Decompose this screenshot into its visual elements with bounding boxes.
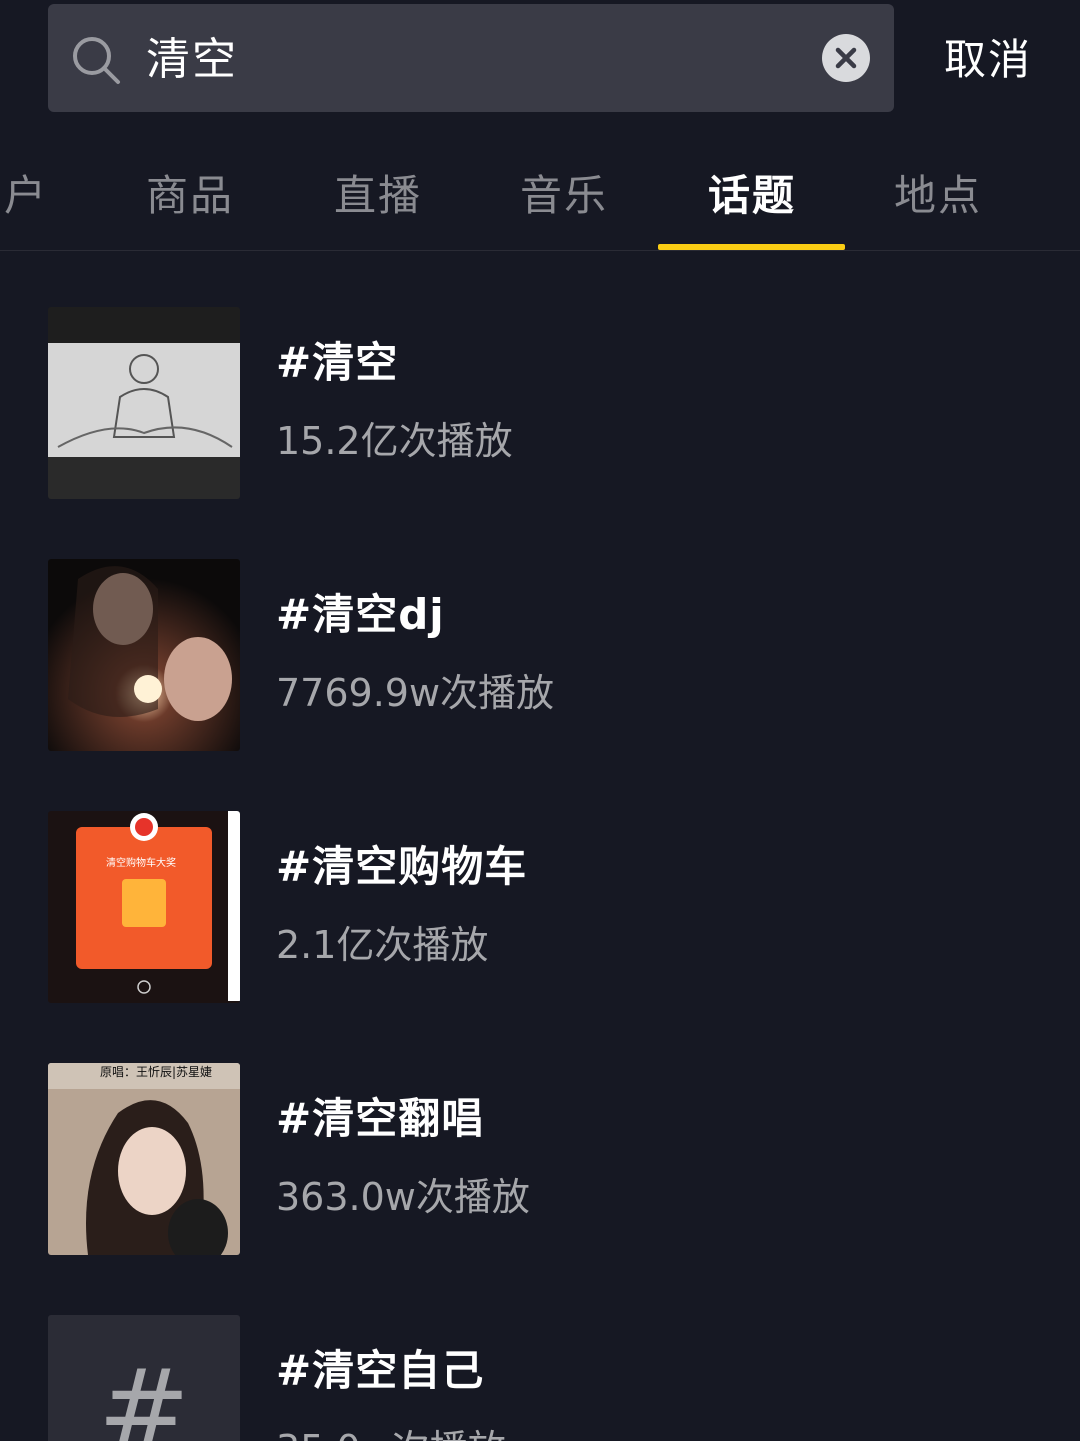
active-tab-indicator xyxy=(658,244,845,250)
search-input[interactable]: 清空 xyxy=(146,30,238,90)
topic-row[interactable]: # #清空自己 35.0w次播放 xyxy=(0,1315,1080,1441)
tab-places[interactable]: 地点 xyxy=(894,168,982,224)
close-icon xyxy=(835,47,857,69)
cancel-button[interactable]: 取消 xyxy=(944,30,1032,90)
tab-users[interactable]: 户 xyxy=(4,168,48,224)
topic-thumbnail: # xyxy=(48,1315,240,1441)
tab-live[interactable]: 直播 xyxy=(334,168,422,224)
search-icon xyxy=(73,37,120,84)
topic-thumbnail xyxy=(48,559,240,751)
search-tabs: 户 商品 直播 音乐 话题 地点 xyxy=(0,150,1080,251)
topic-row[interactable]: #清空dj 7769.9w次播放 xyxy=(0,559,1080,751)
topic-title: #清空购物车 xyxy=(276,842,528,891)
topic-title: #清空自己 xyxy=(276,1346,485,1395)
clear-search-button[interactable] xyxy=(822,34,870,82)
topic-play-count: 2.1亿次播放 xyxy=(276,923,489,967)
topic-row[interactable]: #清空 15.2亿次播放 xyxy=(0,307,1080,499)
topic-play-count: 15.2亿次播放 xyxy=(276,419,513,463)
topic-play-count: 363.0w次播放 xyxy=(276,1175,530,1219)
topic-title: #清空dj xyxy=(276,590,445,639)
topic-play-count: 7769.9w次播放 xyxy=(276,671,555,715)
tab-topics[interactable]: 话题 xyxy=(708,168,796,224)
thumbnail-caption: 清空购物车大奖 xyxy=(106,858,176,869)
topic-title: #清空翻唱 xyxy=(276,1094,485,1143)
topic-thumbnail: 清空购物车大奖 xyxy=(48,811,240,1003)
tab-products[interactable]: 商品 xyxy=(146,168,234,224)
topic-row[interactable]: 清空购物车大奖 #清空购物车 2.1亿次播放 xyxy=(0,811,1080,1003)
topic-play-count: 35.0w次播放 xyxy=(276,1423,506,1441)
hashtag-icon: # xyxy=(97,1345,191,1441)
topic-thumbnail xyxy=(48,307,240,499)
topic-title: #清空 xyxy=(276,338,399,387)
topic-thumbnail: 原唱：王忻辰|苏星婕 xyxy=(48,1063,240,1255)
topic-row[interactable]: 原唱：王忻辰|苏星婕 #清空翻唱 363.0w次播放 xyxy=(0,1063,1080,1255)
thumbnail-caption: 原唱：王忻辰|苏星婕 xyxy=(100,1065,213,1079)
tab-music[interactable]: 音乐 xyxy=(520,168,608,224)
